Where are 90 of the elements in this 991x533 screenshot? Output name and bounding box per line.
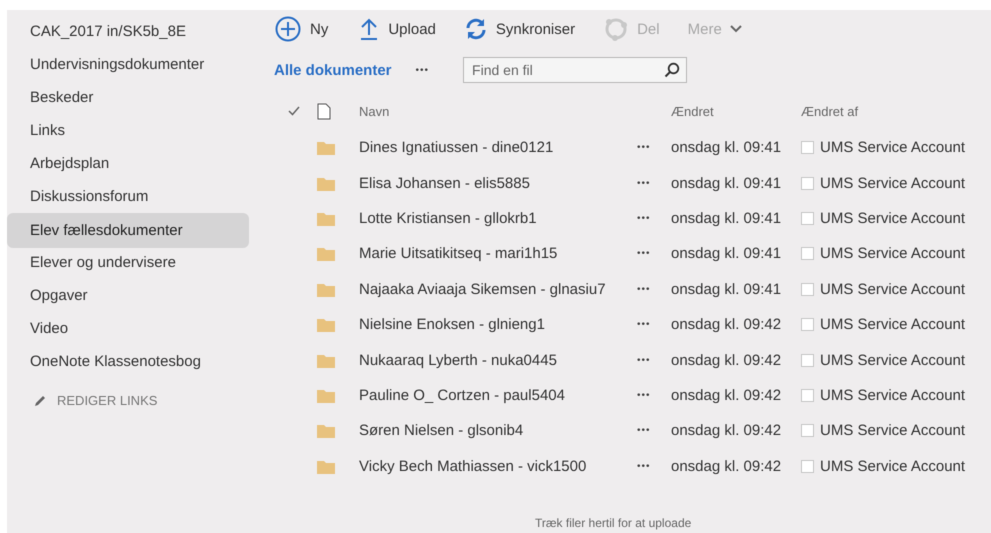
folder-icon <box>317 352 335 368</box>
modified-date: onsdag kl. 09:41 <box>671 210 782 227</box>
chevron-down-icon <box>730 25 742 33</box>
modified-by: UMS Service Account <box>820 352 966 369</box>
row-menu-button[interactable]: ••• <box>637 178 651 189</box>
folder-icon <box>317 388 335 403</box>
share-icon <box>603 16 630 42</box>
folder-icon <box>317 210 335 226</box>
sidebar-item[interactable]: Links <box>7 114 249 147</box>
checkbox[interactable] <box>801 282 814 296</box>
modified-by: UMS Service Account <box>820 245 966 262</box>
folder-icon <box>317 140 335 156</box>
folder-icon <box>317 282 335 297</box>
sidebar-item[interactable]: CAK_2017 in/SK5b_8E <box>7 15 249 48</box>
modified-date: onsdag kl. 09:41 <box>671 174 782 192</box>
modified-date: onsdag kl. 09:42 <box>671 458 782 475</box>
view-options-button[interactable]: ••• <box>416 64 430 76</box>
checkbox[interactable] <box>801 424 814 438</box>
checkbox[interactable] <box>801 354 814 367</box>
modified-date: onsdag kl. 09:41 <box>671 245 782 262</box>
pencil-icon <box>33 394 47 408</box>
search-field[interactable]: Find en fil <box>463 57 688 83</box>
row-menu-button[interactable]: ••• <box>637 390 651 401</box>
sidebar-item[interactable]: Arbejdsplan <box>7 147 249 180</box>
folder-name[interactable]: Vicky Bech Mathiassen - vick1500 <box>359 458 586 475</box>
modified-by: UMS Service Account <box>820 280 966 298</box>
row-menu-button[interactable]: ••• <box>637 460 651 472</box>
row-menu-button[interactable]: ••• <box>637 425 651 436</box>
modified-by: UMS Service Account <box>820 386 966 404</box>
folder-name[interactable]: Pauline O_ Cortzen - paul5404 <box>359 386 565 404</box>
sidebar-item[interactable]: OneNote Klassenotesbog <box>7 345 249 378</box>
column-header[interactable]: Ændret <box>671 104 714 118</box>
sidebar-item[interactable]: Undervisningsdokumenter <box>7 48 249 81</box>
row-menu-button[interactable]: ••• <box>637 354 651 366</box>
modified-by: UMS Service Account <box>820 210 966 227</box>
modified-by: UMS Service Account <box>820 422 966 440</box>
folder-icon <box>317 176 335 191</box>
checkbox[interactable] <box>801 460 814 473</box>
plus-circle-icon <box>274 15 302 43</box>
modified-date: onsdag kl. 09:41 <box>671 280 782 298</box>
folder-name[interactable]: Najaaka Aviaaja Sikemsen - glnasiu7 <box>359 280 606 298</box>
modified-by: UMS Service Account <box>820 316 966 334</box>
checkbox[interactable] <box>801 176 814 190</box>
modified-date: onsdag kl. 09:42 <box>671 352 782 369</box>
sidebar-item[interactable]: Elever og undervisere <box>7 246 249 279</box>
row-menu-button[interactable]: ••• <box>637 248 651 260</box>
checkbox[interactable] <box>801 318 814 332</box>
modified-date: onsdag kl. 09:42 <box>671 316 782 334</box>
row-menu-button[interactable]: ••• <box>637 212 651 224</box>
folder-icon <box>317 423 335 438</box>
modified-date: onsdag kl. 09:41 <box>671 139 782 156</box>
folder-icon <box>317 458 335 474</box>
checkbox[interactable] <box>801 141 814 154</box>
folder-icon <box>317 246 335 262</box>
folder-name[interactable]: Elisa Johansen - elis5885 <box>359 174 530 192</box>
row-menu-button[interactable]: ••• <box>637 284 651 295</box>
drop-hint: Træk filer hertil for at uploade <box>535 516 692 530</box>
checkmark-icon <box>288 106 300 116</box>
edit-links-button[interactable]: REDIGER LINKS <box>33 393 249 408</box>
folder-name[interactable]: Nukaaraq Lyberth - nuka0445 <box>359 352 557 369</box>
toolbar-button[interactable]: Synkroniser <box>464 17 576 41</box>
folder-name[interactable]: Lotte Kristiansen - gllokrb1 <box>359 210 537 227</box>
checkbox[interactable] <box>801 247 814 260</box>
sync-icon <box>464 17 488 41</box>
sidebar-item[interactable]: Opgaver <box>7 279 249 312</box>
folder-name[interactable]: Søren Nielsen - glsonib4 <box>359 422 524 440</box>
folder-name[interactable]: Marie Uitsatikitseq - mari1h15 <box>359 245 558 262</box>
checkbox[interactable] <box>801 388 814 402</box>
column-header[interactable]: Ændret af <box>801 104 858 118</box>
sidebar-item[interactable]: Beskeder <box>7 81 249 114</box>
folder-name[interactable]: Nielsine Enoksen - glnieng1 <box>359 316 545 334</box>
row-menu-button[interactable]: ••• <box>637 319 651 330</box>
row-menu-button[interactable]: ••• <box>637 142 651 154</box>
toolbar-button[interactable]: Upload <box>358 17 436 41</box>
sidebar-item[interactable]: Video <box>7 312 249 345</box>
checkbox[interactable] <box>801 212 814 225</box>
folder-icon <box>317 317 335 332</box>
modified-date: onsdag kl. 09:42 <box>671 386 782 404</box>
search-icon <box>664 62 680 78</box>
modified-date: onsdag kl. 09:42 <box>671 422 782 440</box>
toolbar-button[interactable]: Ny <box>274 15 328 43</box>
folder-name[interactable]: Dines Ignatiussen - dine0121 <box>359 139 554 156</box>
modified-by: UMS Service Account <box>820 174 966 192</box>
column-header[interactable]: Navn <box>359 104 390 118</box>
sidebar-item[interactable]: Elev fællesdokumenter <box>7 213 249 248</box>
view-link[interactable]: Alle dokumenter <box>274 62 392 78</box>
sidebar-item[interactable]: Diskussionsforum <box>7 180 249 213</box>
modified-by: UMS Service Account <box>820 139 966 156</box>
modified-by: UMS Service Account <box>820 458 966 475</box>
document-icon <box>317 102 331 120</box>
